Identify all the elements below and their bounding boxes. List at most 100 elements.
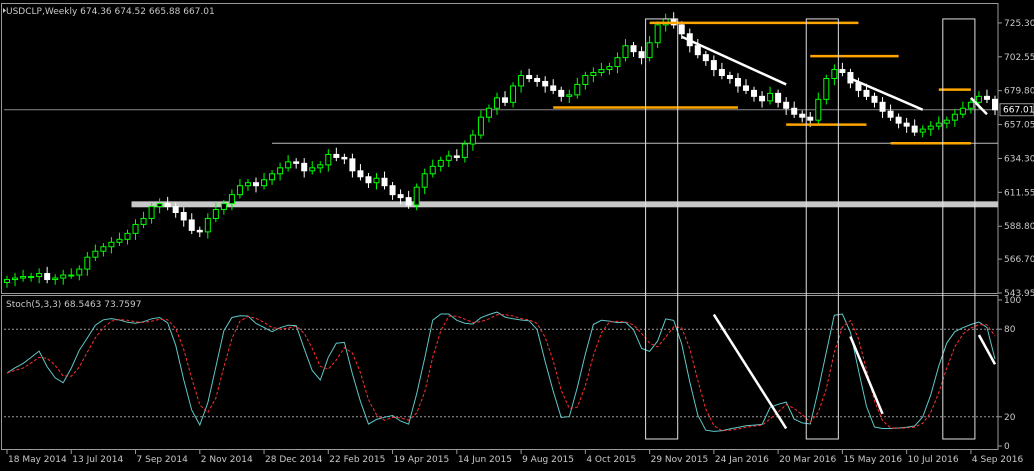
candle-body	[895, 116, 902, 124]
price-axis: 725.30 702.55 679.80 657.05 634.30 611.55 588.…	[998, 19, 1034, 299]
candle-body	[638, 51, 645, 59]
time-tick-label: 4 Oct 2015	[586, 455, 636, 465]
candle-body	[702, 54, 709, 62]
candle-body	[847, 72, 854, 84]
candle-body	[863, 89, 870, 97]
candle-body	[373, 177, 380, 184]
candle-body	[381, 177, 388, 187]
candle-body	[598, 69, 605, 74]
candle-body	[293, 161, 300, 164]
time-tick-label: 20 Mar 2016	[779, 455, 836, 465]
trading-chart[interactable]: 725.30 702.55 679.80 657.05 634.30 611.55 588.…	[0, 0, 1034, 471]
candle-body	[333, 153, 340, 158]
stochastic-tick-label: 20	[1004, 413, 1016, 423]
candle-body	[871, 95, 878, 103]
price-tick-label: 702.55	[1004, 53, 1034, 63]
candle-body	[550, 85, 557, 91]
candle-body	[606, 66, 613, 71]
candle-body	[485, 107, 492, 118]
candle-body	[983, 95, 990, 100]
candle-body	[437, 159, 444, 167]
time-tick-label: 9 Aug 2015	[522, 455, 574, 465]
candle-body	[710, 60, 717, 71]
candle-body	[678, 24, 685, 35]
candle-body	[590, 72, 597, 77]
candle-body	[28, 276, 35, 279]
candle-body	[469, 134, 476, 145]
candle-body	[831, 69, 838, 79]
candle-body	[357, 170, 364, 178]
candle-body	[124, 232, 131, 240]
stochastic-tick-label: 100	[1004, 296, 1021, 306]
candle-body	[791, 107, 798, 115]
time-tick-label: 13 Jul 2014	[72, 455, 123, 465]
time-tick-label: 4 Sep 2016	[972, 455, 1024, 465]
candle-body	[646, 42, 653, 59]
candle-body	[52, 277, 59, 281]
candle-body	[734, 77, 741, 87]
candle-body	[317, 164, 324, 169]
candle-body	[309, 167, 316, 172]
price-tick-label: 725.30	[1004, 19, 1034, 29]
candle-body	[927, 125, 934, 130]
stochastic-label: Stoch(5,3,3) 68.5463 73.7597	[6, 300, 141, 310]
candle-body	[196, 229, 203, 233]
candle-body	[349, 158, 356, 172]
time-tick-label: 22 Feb 2015	[329, 455, 385, 465]
time-tick-label: 7 Sep 2014	[137, 455, 189, 465]
candle-body	[108, 241, 115, 248]
candle-body	[526, 75, 533, 79]
candle-body	[269, 173, 276, 181]
candle-body	[799, 113, 806, 118]
candle-body	[911, 125, 918, 133]
candle-body	[694, 45, 701, 56]
candle-body	[413, 186, 420, 206]
candle-body	[935, 122, 942, 127]
candle-body	[421, 173, 428, 188]
candle-body	[493, 97, 500, 109]
candle-body	[148, 206, 155, 219]
candle-body	[20, 276, 27, 279]
time-tick-label: 28 Dec 2014	[265, 455, 323, 465]
price-tick-label: 566.70	[1004, 255, 1034, 265]
candle-body	[188, 219, 195, 231]
candle-body	[453, 155, 460, 158]
candle-body	[4, 279, 10, 284]
candle-body	[534, 77, 541, 82]
candle-body	[180, 212, 187, 221]
candle-body	[742, 85, 749, 91]
candle-body	[156, 203, 163, 208]
candle-body	[558, 89, 565, 97]
candle-body	[76, 268, 83, 276]
candle-body	[751, 89, 758, 97]
time-tick-label: 18 May 2014	[8, 455, 67, 465]
candle-body	[325, 153, 332, 166]
candle-body	[132, 223, 139, 234]
candle-body	[277, 167, 284, 175]
candle-body	[622, 45, 629, 59]
candle-body	[630, 45, 637, 53]
candle-body	[767, 92, 774, 102]
price-tick-label: 588.80	[1004, 222, 1034, 232]
candle-body	[582, 75, 589, 85]
candle-body	[879, 101, 886, 112]
candle-body	[654, 24, 661, 44]
candle-body	[992, 98, 998, 111]
candle-body	[228, 194, 235, 205]
candle-body	[389, 185, 396, 196]
time-tick-label: 10 Jul 2016	[908, 455, 959, 465]
time-tick-label: 2 Nov 2014	[201, 455, 253, 465]
candle-body	[614, 57, 621, 68]
time-tick-label: 19 Apr 2015	[394, 455, 450, 465]
price-tick-label: 679.80	[1004, 87, 1034, 97]
candle-body	[397, 194, 404, 199]
candle-body	[44, 273, 51, 281]
candle-body	[261, 179, 268, 187]
candle-body	[253, 182, 260, 187]
candle-body	[815, 98, 822, 121]
candle-body	[116, 238, 123, 243]
candle-body	[967, 101, 974, 109]
candle-body	[574, 83, 581, 96]
candle-body	[959, 107, 966, 115]
chart-title: USDCLP,Weekly 674.36 674.52 665.88 667.0…	[6, 7, 215, 17]
